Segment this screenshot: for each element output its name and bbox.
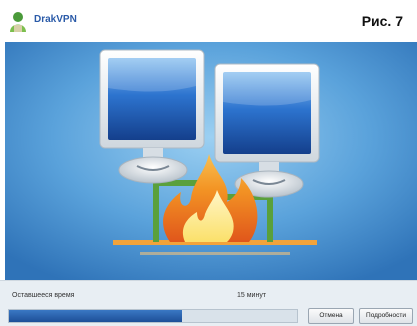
cancel-button[interactable]: Отмена xyxy=(308,308,354,324)
time-remaining-label: Оставшееся время xyxy=(12,292,75,299)
illustration-canvas xyxy=(5,42,417,280)
app-name: DrakVPN xyxy=(34,14,77,25)
progress-bar xyxy=(8,309,298,323)
window-header: DrakVPN Рис. 7 xyxy=(0,0,417,42)
details-button[interactable]: Подробности xyxy=(359,308,413,324)
installer-window: DrakVPN Рис. 7 Оставшееся время 15 минут… xyxy=(0,0,417,326)
status-bar: Оставшееся время 15 минут Отмена Подробн… xyxy=(0,280,417,326)
time-remaining-value: 15 минут xyxy=(237,292,267,299)
progress-fill xyxy=(9,310,182,322)
drakvpn-logo-icon xyxy=(10,12,26,32)
figure-label: Рис. 7 xyxy=(361,13,403,29)
vpn-illustration xyxy=(5,42,417,280)
